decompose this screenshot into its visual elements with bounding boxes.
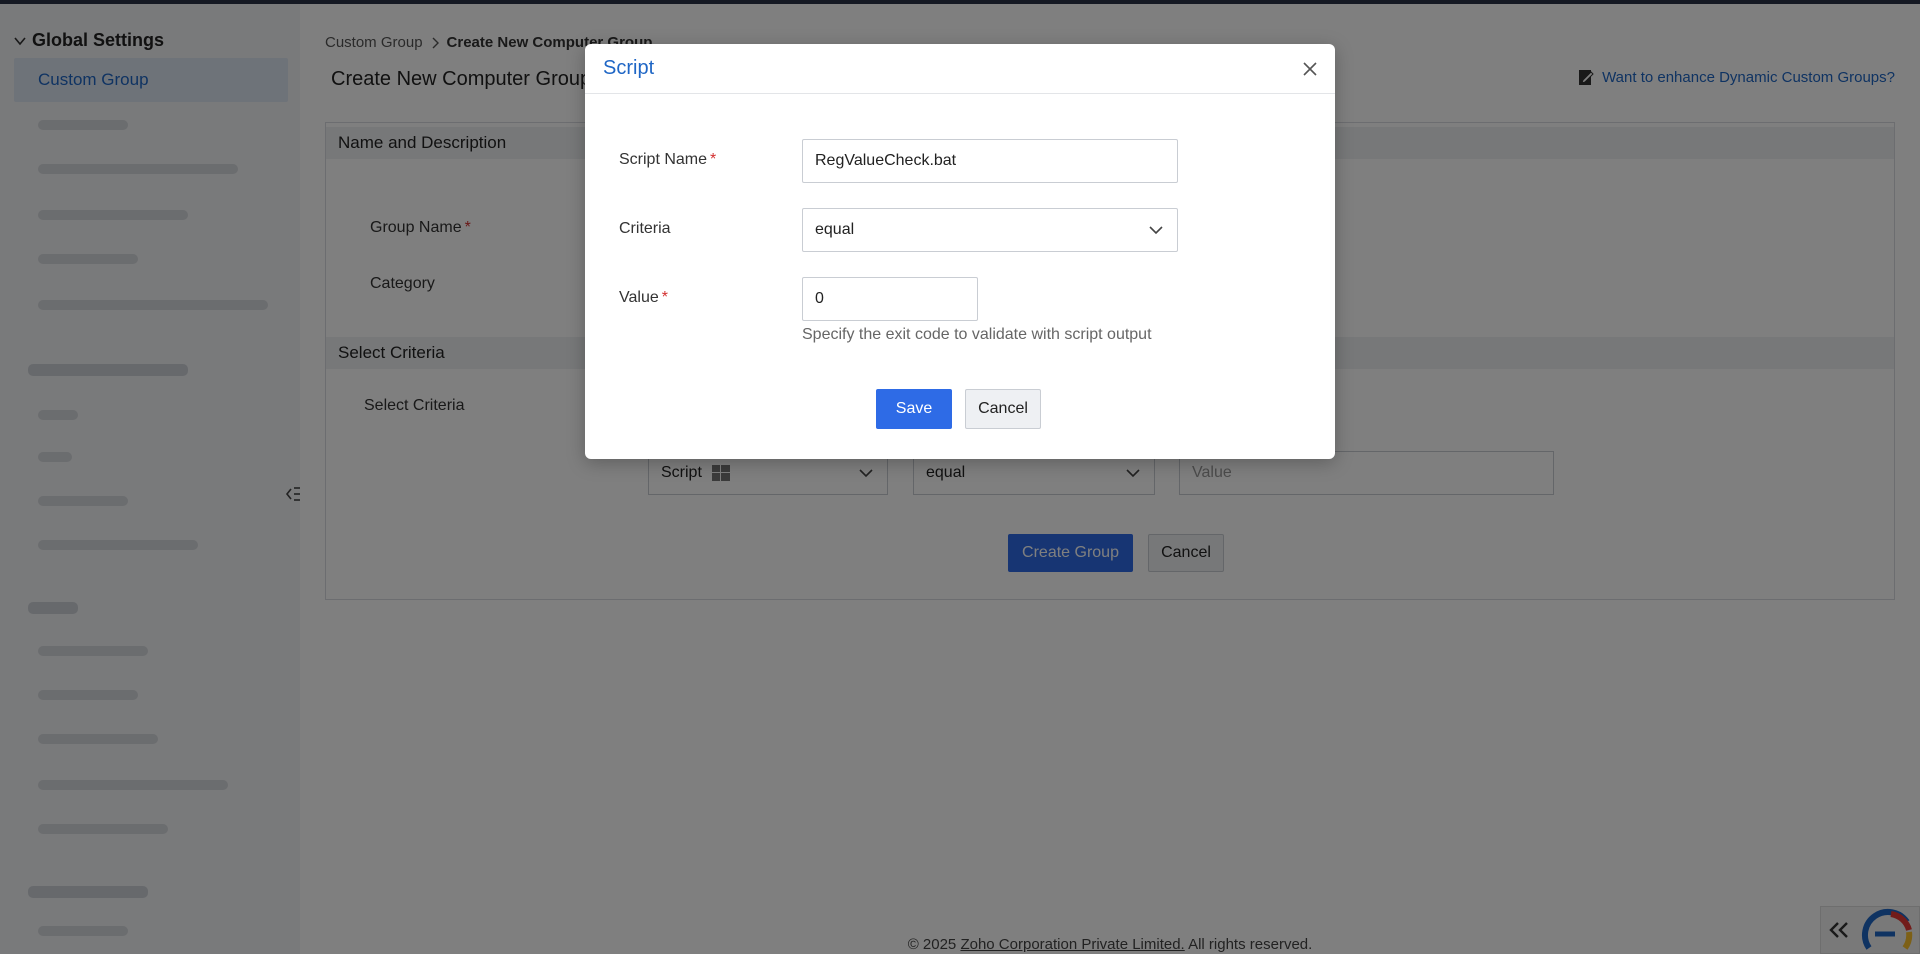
modal-title: Script xyxy=(603,57,655,79)
criteria-label: Criteria xyxy=(619,220,671,237)
modal-header: Script xyxy=(585,44,1335,94)
cancel-button[interactable]: Cancel xyxy=(965,389,1041,429)
value-input[interactable]: 0 xyxy=(802,277,978,321)
value-hint: Specify the exit code to validate with s… xyxy=(802,326,1152,343)
script-name-input[interactable]: RegValueCheck.bat xyxy=(802,139,1178,183)
criteria-select[interactable]: equal xyxy=(802,208,1178,252)
criteria-select-value: equal xyxy=(815,221,855,238)
save-button[interactable]: Save xyxy=(876,389,952,429)
script-modal: Script Script Name * RegValueCheck.bat Cr… xyxy=(585,44,1335,459)
value-label: Value * xyxy=(619,289,668,306)
script-name-label: Script Name * xyxy=(619,151,717,168)
chevron-down-icon xyxy=(1149,226,1163,235)
close-icon[interactable] xyxy=(1301,60,1319,78)
